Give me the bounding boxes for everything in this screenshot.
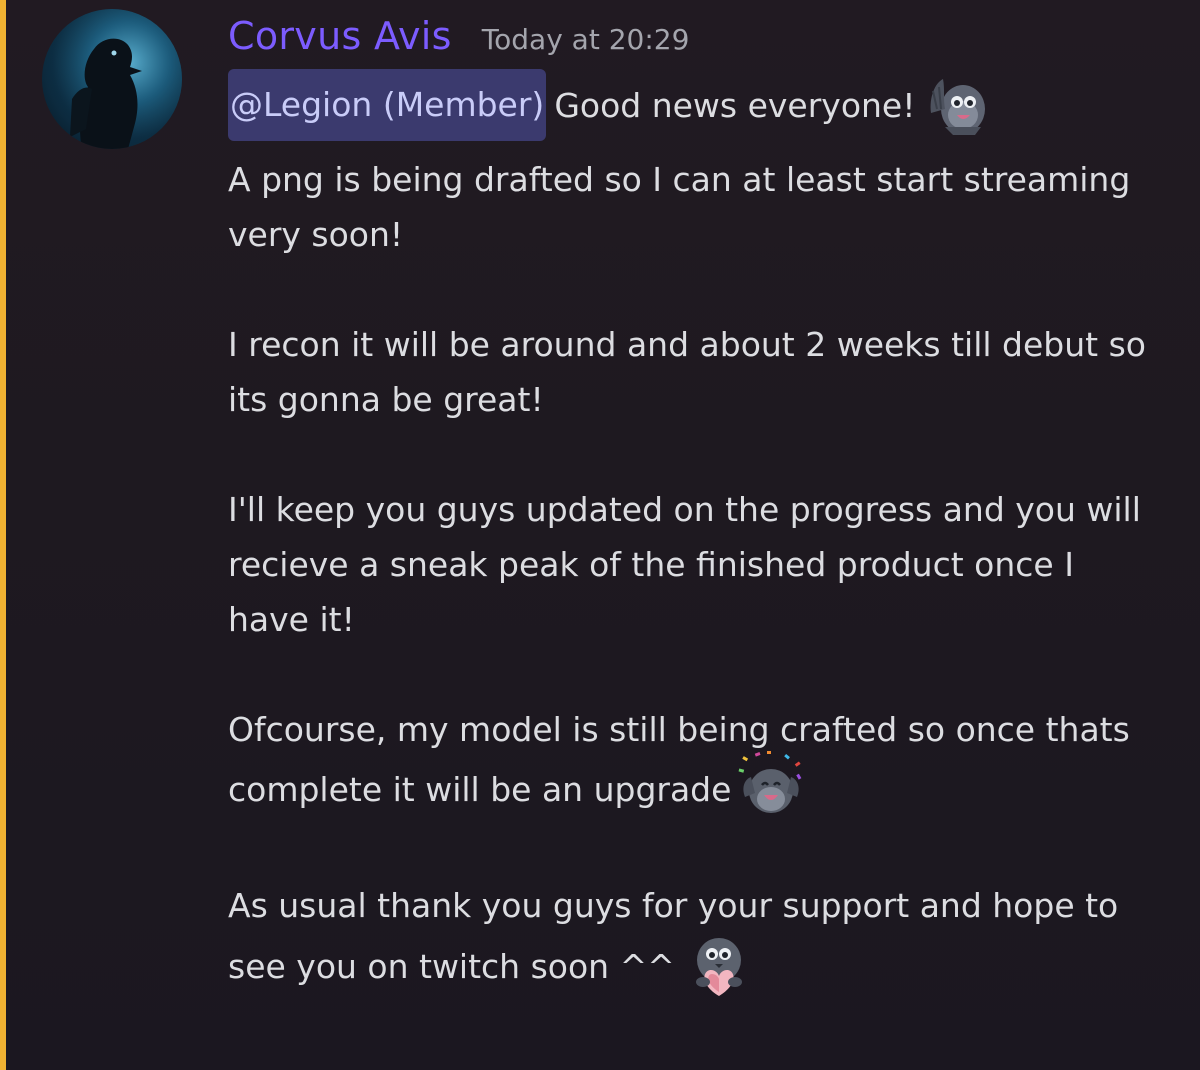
message-text-line: recieve a sneak peak of the finished pro… (228, 545, 1074, 584)
message-text-line: I'll keep you guys updated on the progre… (228, 490, 1141, 529)
message-text-line: I recon it will be around and about 2 we… (228, 325, 1146, 364)
raven-party-emoji-icon[interactable] (735, 749, 807, 821)
message-text-line: see you on twitch soon ^^ (228, 946, 675, 986)
raven-heart-emoji-icon[interactable] (685, 926, 757, 998)
message-text-line: Ofcourse, my model is still being crafte… (228, 710, 1130, 749)
message-timestamp[interactable]: Today at 20:29 (482, 23, 690, 56)
message-first-line: @Legion (Member) Good news everyone! (228, 68, 1178, 142)
message-text-line: very soon! (228, 215, 404, 254)
message-text-line: A png is being drafted so I can at least… (228, 160, 1131, 199)
message-content: @Legion (Member) Good news everyone! A p… (228, 68, 1178, 999)
message-text-line: complete it will be an upgrade (228, 769, 732, 809)
raven-avatar-icon (42, 9, 182, 149)
message-text-line: have it! (228, 600, 355, 639)
author-username[interactable]: Corvus Avis (228, 14, 452, 58)
role-mention[interactable]: @Legion (Member) (228, 69, 547, 141)
chat-message: Corvus Avis Today at 20:29 @Legion (Memb… (0, 0, 1200, 1070)
message-text-line: As usual thank you guys for your support… (228, 886, 1119, 925)
avatar[interactable] (42, 9, 182, 149)
message-text-line: its gonna be great! (228, 380, 544, 419)
message-header: Corvus Avis Today at 20:29 (228, 14, 689, 68)
raven-wave-emoji-icon[interactable] (923, 69, 995, 141)
message-text-line: Good news everyone! (554, 85, 916, 125)
